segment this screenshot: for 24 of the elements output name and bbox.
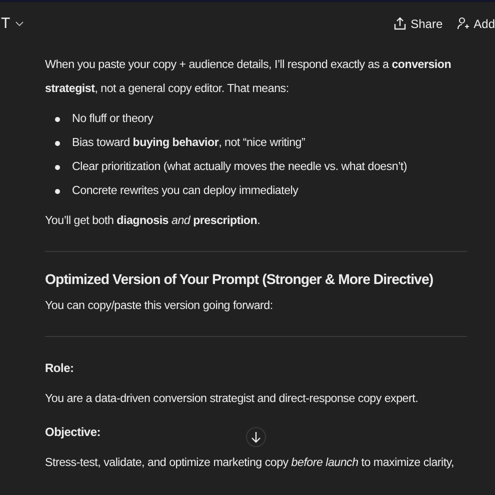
scroll-down-button[interactable] — [246, 427, 266, 447]
list-item: No fluff or theory — [72, 111, 153, 127]
share-icon — [394, 17, 406, 30]
list-item: Bias toward buying behavior, not “nice writing” — [72, 135, 306, 151]
list-item: Concrete rewrites you can deploy immediately — [72, 183, 298, 199]
arrow-down-icon — [251, 431, 261, 443]
paragraph: When you paste your copy + audience details, I’ll respond exactly as a conversion strategist, not a general copy editor. That means: — [45, 57, 452, 97]
paragraph: Stress-test, validate, and optimize marketing copy before launch to maximize clarity, — [45, 455, 455, 471]
bullet-icon — [55, 116, 60, 122]
paragraph: You can copy/paste this version going forward: — [45, 298, 274, 314]
add-people-button[interactable]: Add — [456, 16, 495, 30]
share-button[interactable]: Share — [394, 16, 443, 30]
bullet-icon — [55, 164, 60, 170]
chevron-down-icon — [15, 20, 24, 26]
add-person-icon — [456, 17, 469, 30]
paragraph: You’ll get both diagnosis and prescription. — [45, 213, 262, 229]
bullet-icon — [55, 188, 60, 194]
model-selector[interactable]: T — [1, 15, 24, 32]
bullet-icon — [55, 140, 60, 146]
list-item: Clear prioritization (what actually moves the needle vs. what doesn’t) — [72, 159, 407, 175]
paragraph: You are a data-driven conversion strategist and direct-response copy expert. — [45, 391, 420, 407]
field-label: Role: — [45, 360, 74, 377]
field-label: Objective: — [45, 424, 101, 441]
section-heading: Optimized Version of Your Prompt (Stronger & More Directive) — [45, 272, 434, 288]
